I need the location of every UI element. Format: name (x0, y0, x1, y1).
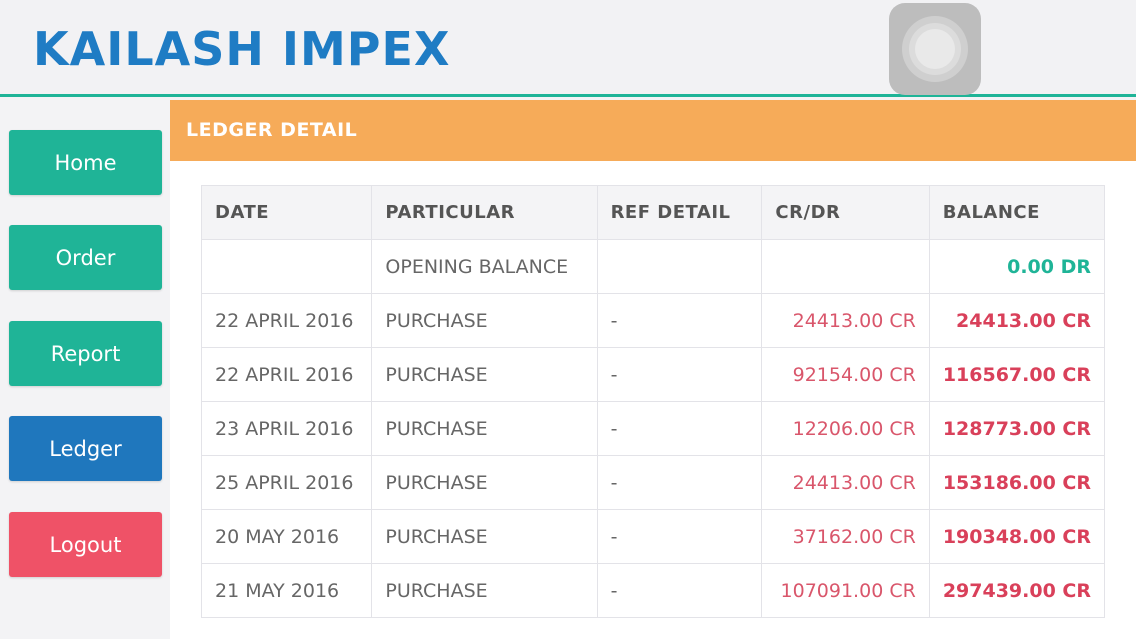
column-header-cr-dr: CR/DR (761, 185, 930, 240)
cell-ref-detail: - (596, 347, 763, 402)
table-row[interactable]: 21 MAY 2016 PURCHASE -107091.00 CR 297439.0… (200, 563, 1106, 618)
cell-balance: 116567.00 CR (928, 347, 1106, 402)
cell-date: 22 APRIL 2016 (200, 347, 373, 402)
cell-particular: PURCHASE (371, 401, 598, 456)
brand-logo-text: KAILASH IMPEX (33, 22, 451, 76)
cell-particular: PURCHASE (371, 293, 598, 348)
column-header-particular: PARTICULAR (371, 185, 598, 240)
nav-order-button[interactable]: Order (9, 225, 162, 290)
table-row[interactable]: 20 MAY 2016 PURCHASE -37162.00 CR 190348.00… (200, 509, 1106, 564)
table-header-row: DATE PARTICULAR REF DETAIL CR/DR BALANCE (200, 185, 1106, 240)
page-title: LEDGER DETAIL (186, 119, 358, 141)
cell-date: 23 APRIL 2016 (200, 401, 373, 456)
cell-ref-detail: - (596, 293, 763, 348)
cell-balance: 24413.00 CR (928, 293, 1106, 348)
page-title-bar: LEDGER DETAIL (170, 100, 1136, 161)
cell-particular: PURCHASE (371, 347, 598, 402)
cell-ref-detail (596, 239, 763, 294)
column-header-balance: BALANCE (928, 185, 1106, 240)
cell-cr-dr: 12206.00 CR (761, 401, 930, 456)
cell-date: 20 MAY 2016 (200, 509, 373, 564)
nav-home-button[interactable]: Home (9, 130, 162, 195)
cell-particular: PURCHASE (371, 509, 598, 564)
cell-balance: 128773.00 CR (928, 401, 1106, 456)
cell-ref-detail: - (596, 509, 763, 564)
column-header-date: DATE (200, 185, 373, 240)
cell-balance: 153186.00 CR (928, 455, 1106, 510)
cell-particular: PURCHASE (371, 455, 598, 510)
cell-balance: 297439.00 CR (928, 563, 1106, 618)
nav-report-button[interactable]: Report (9, 321, 162, 386)
table-row[interactable]: OPENING BALANCE 0.00 DR (200, 239, 1106, 294)
cell-date: 22 APRIL 2016 (200, 293, 373, 348)
cell-balance: 190348.00 CR (928, 509, 1106, 564)
table-row[interactable]: 22 APRIL 2016 PURCHASE -92154.00 CR 116567.… (200, 347, 1106, 402)
cell-ref-detail: - (596, 401, 763, 456)
sidebar-nav: Home Order Report Ledger Logout (0, 100, 170, 639)
column-header-ref-detail: REF DETAIL (596, 185, 763, 240)
nav-logout-button[interactable]: Logout (9, 512, 162, 577)
cell-cr-dr: 37162.00 CR (761, 509, 930, 564)
cell-cr-dr (761, 239, 930, 294)
cell-ref-detail: - (596, 455, 763, 510)
cell-cr-dr: 107091.00 CR (761, 563, 930, 618)
cell-balance: 0.00 DR (928, 239, 1106, 294)
cell-date: 25 APRIL 2016 (200, 455, 373, 510)
app-header: KAILASH IMPEX (0, 0, 1136, 97)
cell-particular: PURCHASE (371, 563, 598, 618)
ledger-table: DATE PARTICULAR REF DETAIL CR/DR BALANCE… (200, 185, 1106, 618)
main-content: LEDGER DETAIL DATE PARTICULAR REF DETAIL… (170, 100, 1136, 639)
cell-particular: OPENING BALANCE (371, 239, 598, 294)
nav-ledger-button[interactable]: Ledger (9, 416, 162, 481)
cell-cr-dr: 24413.00 CR (761, 455, 930, 510)
table-row[interactable]: 25 APRIL 2016 PURCHASE -24413.00 CR 153186.… (200, 455, 1106, 510)
assistive-touch-icon[interactable] (889, 3, 981, 95)
cell-cr-dr: 92154.00 CR (761, 347, 930, 402)
cell-cr-dr: 24413.00 CR (761, 293, 930, 348)
cell-date: 21 MAY 2016 (200, 563, 373, 618)
cell-date (200, 239, 373, 294)
table-row[interactable]: 23 APRIL 2016 PURCHASE -12206.00 CR 128773.… (200, 401, 1106, 456)
table-row[interactable]: 22 APRIL 2016 PURCHASE -24413.00 CR 24413.0… (200, 293, 1106, 348)
cell-ref-detail: - (596, 563, 763, 618)
